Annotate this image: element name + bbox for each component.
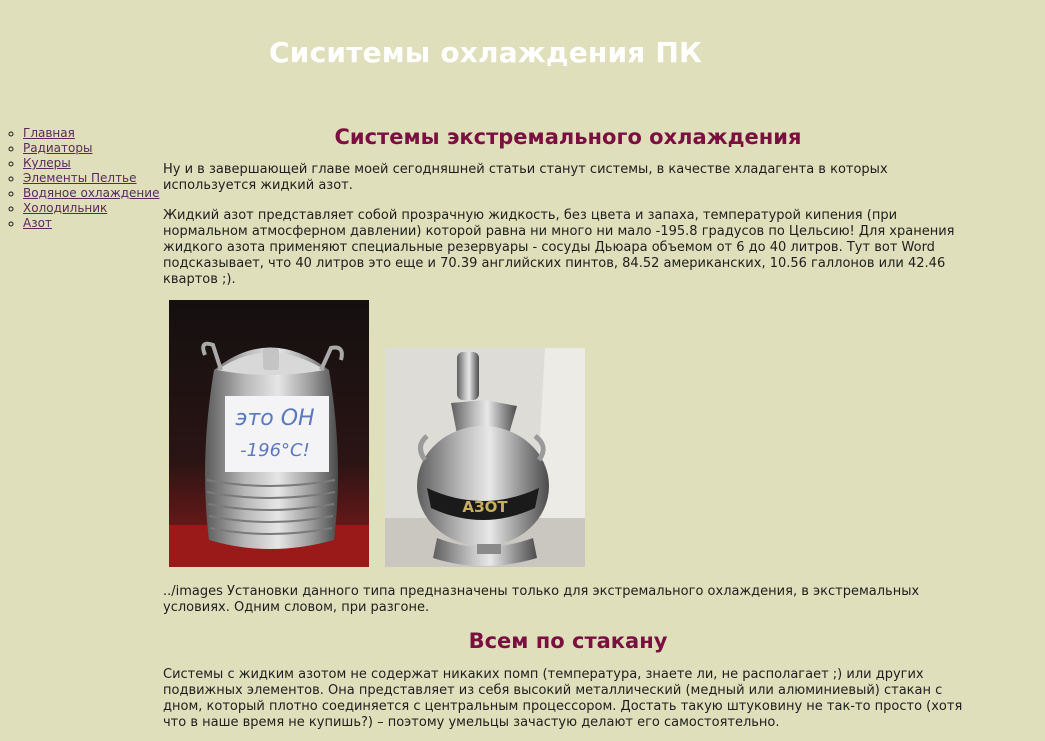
nav-link-radiators[interactable]: Радиаторы	[23, 141, 92, 155]
sign-text-line-2: -196°C!	[240, 440, 310, 461]
paragraph-nitrogen-glass: Системы с жидким азотом не содержат ника…	[163, 667, 963, 730]
nav-item-refrigerator: Холодильник	[23, 201, 173, 216]
nav-link-water-cooling[interactable]: Водяное охлаждение	[23, 186, 159, 200]
section-heading-glass: Всем по стакану	[468, 629, 668, 653]
nitrogen-label-text: АЗОТ	[462, 498, 508, 516]
nav-item-radiators: Радиаторы	[23, 141, 173, 156]
nav-link-refrigerator[interactable]: Холодильник	[23, 201, 107, 215]
nav-item-home: Главная	[23, 126, 173, 141]
site-title: Сиситемы охлаждения ПК	[269, 36, 703, 69]
nav-link-home[interactable]: Главная	[23, 126, 75, 140]
nav-link-coolers[interactable]: Кулеры	[23, 156, 71, 170]
sign-text-line-1: это ОН	[235, 406, 314, 431]
nav-item-peltier: Элементы Пелтье	[23, 171, 173, 186]
nav-item-water-cooling: Водяное охлаждение	[23, 186, 173, 201]
section-heading-extreme-cooling: Системы экстремального охлаждения	[334, 125, 802, 149]
nav-item-coolers: Кулеры	[23, 156, 173, 171]
paragraph-installations: ../images Установки данного типа предназ…	[163, 584, 920, 615]
paragraph-liquid-nitrogen: Жидкий азот представляет собой прозрачну…	[163, 208, 955, 287]
nav-link-nitrogen[interactable]: Азот	[23, 216, 52, 230]
dewar-flask-photo-2: АЗОТ	[385, 348, 585, 567]
nav-link-peltier[interactable]: Элементы Пелтье	[23, 171, 137, 185]
sidebar-nav: Главная Радиаторы Кулеры Элементы Пелтье…	[0, 126, 173, 231]
paragraph-intro: Ну и в завершающей главе моей сегодняшне…	[163, 162, 888, 193]
nav-item-nitrogen: Азот	[23, 216, 173, 231]
dewar-flask-photo-1: это ОН -196°C!	[169, 300, 369, 567]
